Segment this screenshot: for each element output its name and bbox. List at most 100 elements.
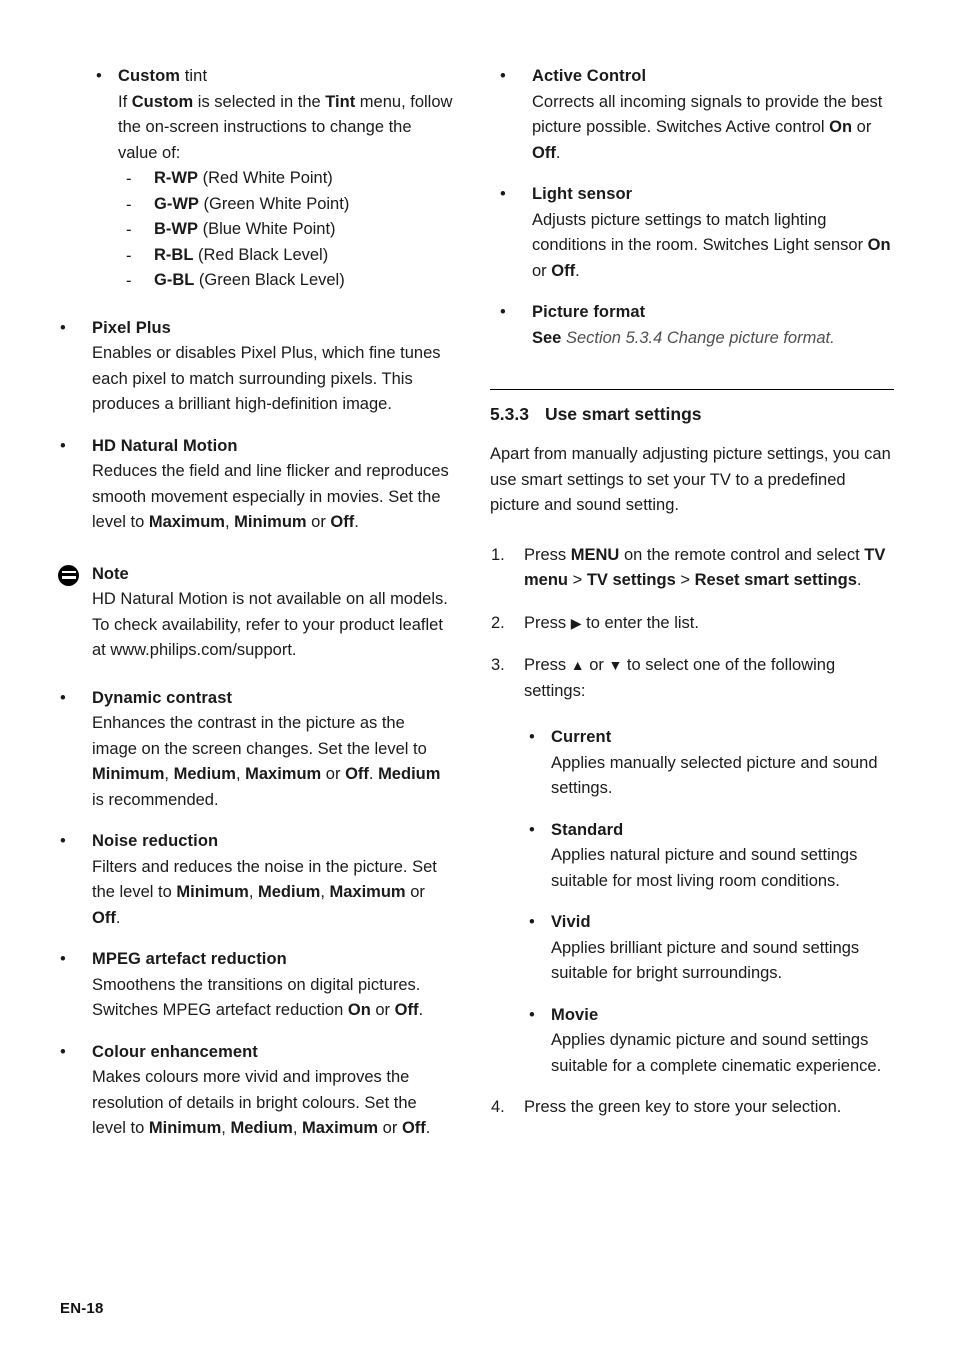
mpeg-heading: MPEG artefact reduction [92,950,287,968]
nr-b3: Maximum [329,883,406,901]
bullet-icon: • [529,913,535,931]
dc-b4: Off [345,765,369,783]
dash-icon: - [126,272,132,290]
s1-tv-settings: TV settings [586,571,676,589]
list-item-gwp: - G-WP (Green White Point) [118,192,454,218]
dash-icon: - [126,170,132,188]
custom-tint-body-bold-tint: Tint [325,92,356,111]
gwp-desc: (Green White Point) [198,194,350,213]
ce-suffix: . [425,1119,431,1137]
dc-mid3: or [321,765,346,783]
hdnm-suffix: . [354,513,359,531]
vivid-heading: Vivid [551,913,591,931]
gbl-code: G-BL [154,271,195,289]
rwp-desc: (Red White Point) [198,169,333,187]
bullet-icon: • [96,67,102,85]
custom-tint-body-bold-custom: Custom [131,92,194,111]
nr-b2: Medium [257,883,321,901]
bullet-icon: • [500,185,506,203]
light-sensor-heading: Light sensor [532,185,633,203]
dc-prefix: Enhances the contrast in the picture as … [92,714,427,758]
s3-prefix: Press [524,656,571,674]
light-sensor-body: Adjusts picture settings to match lighti… [532,208,894,285]
ls-prefix: Adjusts picture settings to match lighti… [532,210,868,255]
list-item-movie: • Movie Applies dynamic picture and soun… [490,1003,894,1080]
rwp-code: R-WP [154,169,198,187]
ce-b1: Minimum [148,1119,222,1137]
custom-tint-body-prefix: If [118,92,132,111]
step-4: 4. Press the green key to store your sel… [490,1095,894,1121]
list-item-custom-tint: • Custom tint If Custom is selected in t… [50,64,454,294]
note-block: Note HD Natural Motion is not available … [50,562,454,664]
note-icon-bar-bottom [61,576,76,579]
nr-mid2: , [320,883,330,901]
pf-period: . [830,328,835,347]
bullet-icon: • [60,436,66,455]
list-item-current: • Current Applies manually selected pict… [490,725,894,802]
list-item-pixel-plus: • Pixel Plus Enables or disables Pixel P… [50,316,454,418]
rbl-code: R-BL [154,245,194,264]
ac-suffix: . [555,143,561,162]
list-item-picture-format: • Picture format See Section 5.3.4 Chang… [490,300,894,351]
step-3-text: Press ▲ or ▼ to select one of the follow… [524,653,894,704]
picture-format-body: See Section 5.3.4 Change picture format. [532,326,894,352]
list-item-colour-enhancement: • Colour enhancement Makes colours more … [50,1040,454,1142]
ce-mid2: , [292,1119,302,1137]
dc-b2: Medium [173,765,236,783]
section-heading: 5.3.3 Use smart settings [490,402,894,426]
dash-icon: - [126,246,132,265]
section-intro: Apart from manually adjusting picture se… [490,445,891,514]
dash-icon: - [126,221,132,239]
mpeg-body: Smoothens the transitions on digital pic… [92,973,454,1024]
s1-prefix: Press [524,545,571,564]
step-4-text: Press the green key to store your select… [524,1098,842,1116]
pf-reference: Section 5.3.4 Change picture format [561,328,831,347]
current-body: Applies manually selected picture and so… [551,753,878,798]
gbl-desc: (Green Black Level) [194,271,345,289]
bullet-icon: • [529,1005,535,1024]
mpeg-b1: On [347,1001,371,1019]
noise-reduction-heading: Noise reduction [92,832,219,850]
list-item-noise-reduction: • Noise reduction Filters and reduces th… [50,829,454,931]
dc-b5: Medium [378,765,441,783]
note-icon [58,564,79,586]
dc-mid1: , [164,765,174,783]
arrow-up-icon: ▲ [570,657,585,673]
gbl-text: G-BL (Green Black Level) [154,268,454,294]
hdnm-b2: Minimum [234,513,307,531]
list-item-gbl: - G-BL (Green Black Level) [118,268,454,294]
note-title: Note [92,564,129,583]
ce-b2: Medium [230,1119,293,1137]
bullet-icon: • [60,688,66,707]
colour-enhancement-body: Makes colours more vivid and improves th… [92,1065,454,1142]
bwp-code: B-WP [154,220,198,238]
step-1: 1. Press MENU on the remote control and … [490,543,894,594]
bullet-icon: • [529,820,535,839]
ls-b1: On [867,236,891,254]
list-item-vivid: • Vivid Applies brilliant picture and so… [490,910,894,987]
section-title: Use smart settings [544,404,702,424]
ce-mid3: or [378,1119,402,1137]
s2-prefix: Press [524,613,571,632]
note-icon-bar-top [61,570,76,574]
pixel-plus-body: Enables or disables Pixel Plus, which fi… [92,344,441,413]
standard-body: Applies natural picture and sound settin… [551,846,858,890]
ls-mid1: or [532,261,552,280]
custom-tint-body: If Custom is selected in the Tint menu, … [118,90,454,167]
rbl-desc: (Red Black Level) [193,245,329,264]
manual-page: • Custom tint If Custom is selected in t… [0,0,954,1350]
bullet-icon: • [500,67,506,85]
nr-mid3: or [405,883,425,901]
hdnm-b1: Maximum [148,513,225,531]
arrow-right-icon: ▶ [570,614,582,631]
dynamic-contrast-body: Enhances the contrast in the picture as … [92,711,454,813]
current-heading: Current [551,728,612,746]
list-item-dynamic-contrast: • Dynamic contrast Enhances the contrast… [50,686,454,814]
dc-mid4: . [368,765,379,783]
section-divider [490,389,894,390]
rwp-text: R-WP (Red White Point) [154,166,454,192]
left-column: • Custom tint If Custom is selected in t… [50,64,454,1158]
gwp-code: G-WP [154,194,199,213]
hdnm-mid1: , [224,513,235,531]
ls-b2: Off [551,261,576,280]
